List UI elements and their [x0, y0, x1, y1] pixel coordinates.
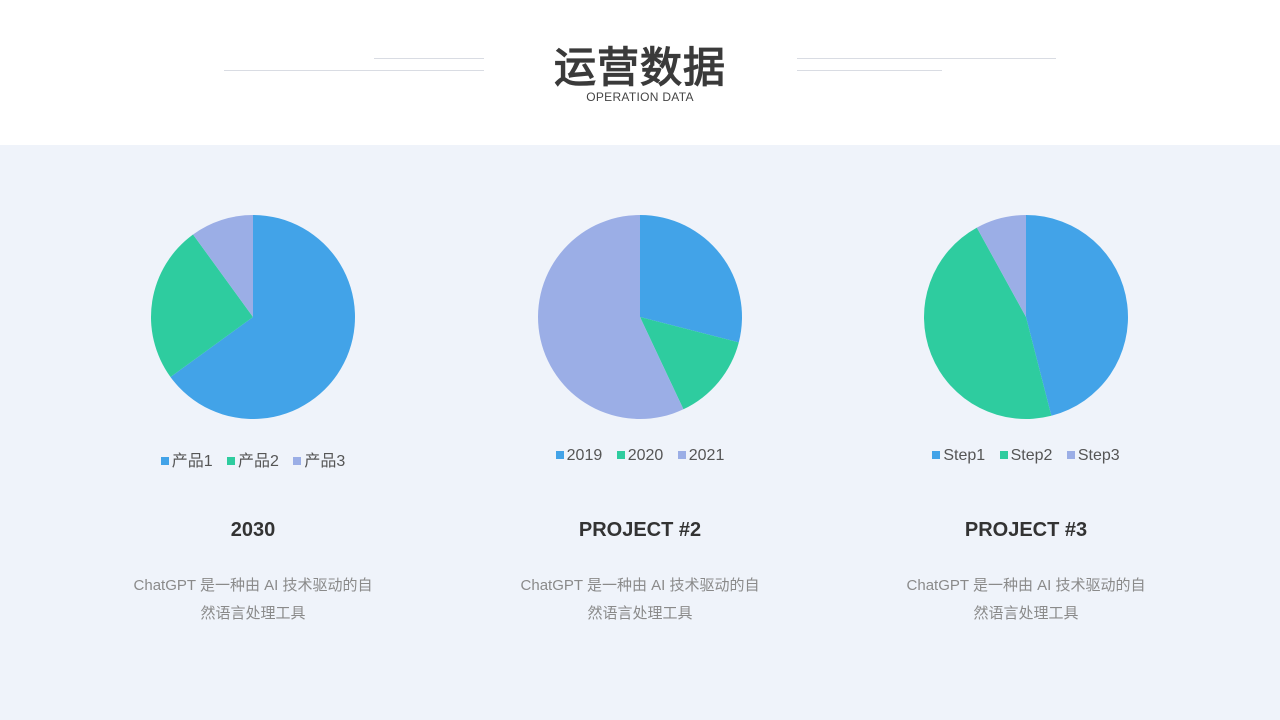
- legend-item: Step1: [932, 447, 985, 465]
- description-line: ChatGPT 是一种由 AI 技术驱动的自: [133, 577, 373, 594]
- legend-label: 产品1: [171, 453, 213, 470]
- legend-label: Step2: [1010, 447, 1053, 464]
- legend-label: 2021: [688, 447, 725, 464]
- legend-item: 产品1: [160, 447, 213, 471]
- legend-swatch: [160, 457, 169, 465]
- legend-3: Step1 Step2 Step3: [826, 447, 1226, 465]
- project-description: ChatGPT 是一种由 AI 技术驱动的自 然语言处理工具: [500, 572, 780, 628]
- project-card-3: Step1 Step2 Step3 PROJECT #3 ChatGPT 是一种…: [826, 145, 1226, 720]
- legend-item: Step3: [1066, 447, 1120, 465]
- legend-item: 2020: [616, 447, 664, 465]
- content-area: 产品1 产品2 产品3 2030 ChatGPT 是一种由 AI 技术驱动的自 …: [0, 145, 1280, 720]
- legend-item: Step2: [999, 447, 1053, 465]
- legend-label: 2019: [566, 447, 603, 464]
- header: 运营数据 OPERATION DATA: [0, 0, 1280, 145]
- legend-item: 产品3: [293, 447, 345, 471]
- pie-chart-3: [924, 215, 1128, 419]
- legend-2: 2019 2020 2021: [440, 447, 840, 465]
- project-description: ChatGPT 是一种由 AI 技术驱动的自 然语言处理工具: [886, 572, 1166, 628]
- legend-item: 2019: [555, 447, 603, 465]
- description-line: 然语言处理工具: [973, 605, 1079, 622]
- legend-label: Step3: [1077, 447, 1120, 464]
- legend-swatch: [1066, 451, 1075, 459]
- page-subtitle: OPERATION DATA: [586, 90, 694, 104]
- legend-item: 2021: [677, 447, 725, 465]
- legend-label: Step1: [943, 447, 986, 464]
- description-line: ChatGPT 是一种由 AI 技术驱动的自: [906, 577, 1146, 594]
- legend-swatch: [932, 451, 941, 459]
- description-line: ChatGPT 是一种由 AI 技术驱动的自: [520, 577, 760, 594]
- project-card-1: 产品1 产品2 产品3 2030 ChatGPT 是一种由 AI 技术驱动的自 …: [53, 145, 453, 720]
- legend-label: 产品3: [304, 453, 346, 470]
- pie-chart-1: [151, 215, 355, 419]
- description-line: 然语言处理工具: [200, 605, 306, 622]
- legend-label: 产品2: [238, 453, 279, 470]
- project-title: PROJECT #2: [578, 519, 702, 541]
- pie-chart-2: [538, 215, 742, 419]
- legend-swatch: [677, 451, 686, 459]
- description-line: 然语言处理工具: [587, 605, 693, 622]
- legend-swatch: [293, 457, 302, 465]
- legend-swatch: [616, 451, 625, 459]
- project-card-2: 2019 2020 2021 PROJECT #2 ChatGPT 是一种由 A…: [440, 145, 840, 720]
- project-title: PROJECT #3: [964, 519, 1088, 541]
- page-title: 运营数据: [553, 43, 726, 92]
- legend-item: 产品2: [227, 447, 279, 471]
- project-title: 2030: [230, 519, 276, 541]
- legend-swatch: [555, 451, 564, 459]
- project-description: ChatGPT 是一种由 AI 技术驱动的自 然语言处理工具: [113, 572, 393, 628]
- legend-label: 2020: [627, 447, 664, 464]
- legend-swatch: [227, 457, 236, 465]
- legend-1: 产品1 产品2 产品3: [53, 447, 453, 471]
- legend-swatch: [999, 451, 1008, 459]
